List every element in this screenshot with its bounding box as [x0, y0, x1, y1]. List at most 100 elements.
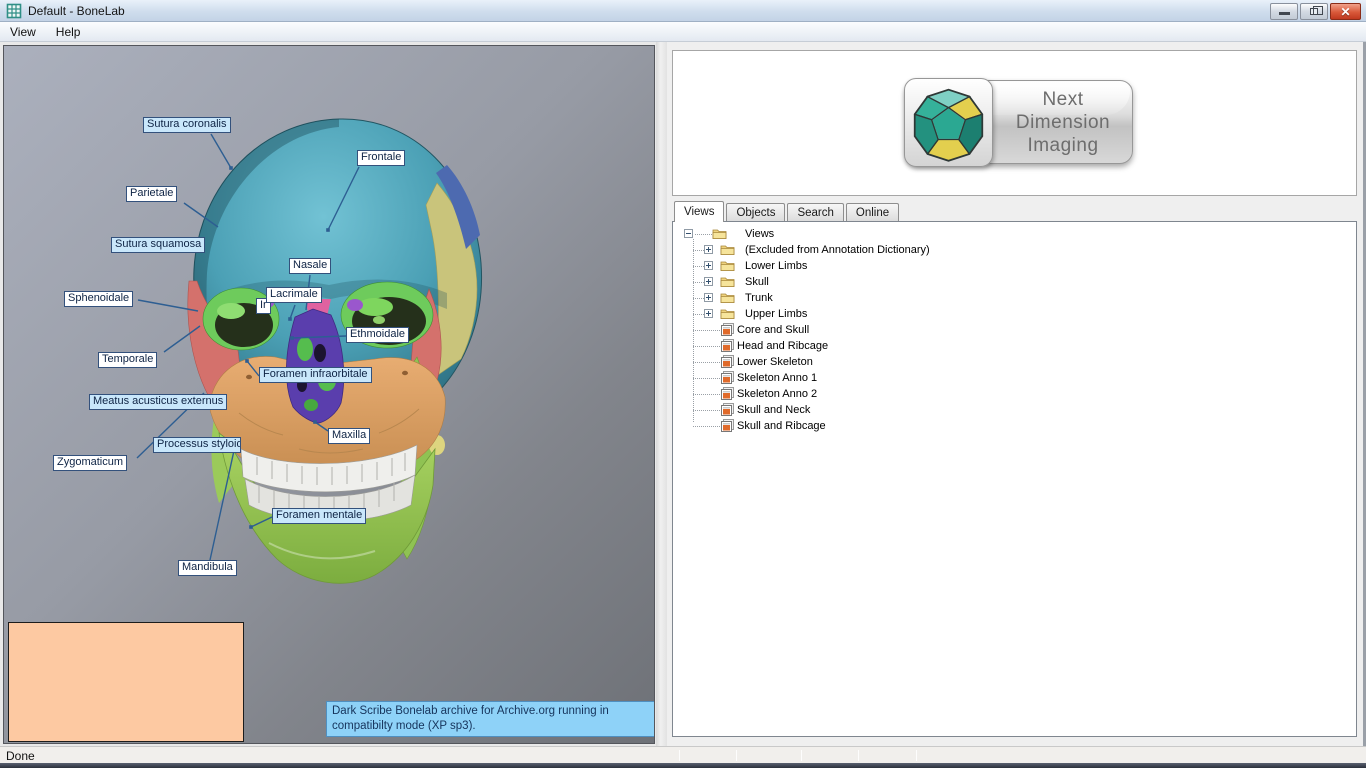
statusbar: Done [0, 746, 1366, 768]
tree-item-label: Skeleton Anno 1 [735, 372, 819, 384]
tree-guide [693, 394, 720, 395]
statusbar-separator [736, 750, 737, 761]
compatibility-tooltip: Dark Scribe Bonelab archive for Archive.… [326, 701, 655, 737]
tree-item[interactable]: Lower Limbs [673, 258, 1356, 274]
tree-item[interactable]: Skull and Neck [673, 402, 1356, 418]
anatomy-label[interactable]: Nasale [289, 258, 331, 274]
tree-item[interactable]: Skull and Ribcage [673, 418, 1356, 434]
color-swatch [8, 622, 244, 742]
tree-item[interactable]: Skull [673, 274, 1356, 290]
tree-item[interactable]: Core and Skull [673, 322, 1356, 338]
status-message: Done [6, 749, 35, 763]
statusbar-separator [916, 750, 917, 761]
menubar: View Help [0, 22, 1366, 42]
tree-item-label: Skull and Ribcage [735, 420, 828, 432]
plus-expander-icon[interactable] [704, 309, 713, 318]
anatomy-label[interactable]: Foramen infraorbitale [259, 367, 372, 383]
anatomy-label[interactable]: Meatus acusticus externus [89, 394, 227, 410]
tree-item[interactable]: Views [673, 226, 1356, 242]
tree-guide [693, 239, 694, 422]
menu-help[interactable]: Help [46, 23, 91, 41]
tab-online[interactable]: Online [846, 203, 899, 221]
anatomy-label[interactable]: Parietale [126, 186, 177, 202]
anatomy-label[interactable]: Processus styloideus [153, 437, 241, 453]
minimize-icon [1279, 12, 1290, 15]
plus-expander-icon[interactable] [704, 293, 713, 302]
tree-guide [693, 314, 704, 315]
tree-guide [693, 410, 720, 411]
tree-item-label: Skull [743, 276, 771, 288]
tab-objects[interactable]: Objects [726, 203, 785, 221]
view-icon [720, 339, 735, 352]
tab-bar: ViewsObjectsSearchOnline [674, 200, 901, 221]
anatomy-label[interactable]: Mandibula [178, 560, 237, 576]
logo-panel: Next Dimension Imaging [672, 50, 1357, 196]
viewport-3d[interactable]: Sutura coronalis Frontale Parietale Sutura … [3, 45, 655, 744]
tree-item-label: Trunk [743, 292, 775, 304]
view-icon [720, 403, 735, 416]
minimize-button[interactable] [1270, 3, 1298, 20]
tree-item[interactable]: Trunk [673, 290, 1356, 306]
folder-icon [712, 227, 727, 240]
anatomy-label[interactable]: Maxilla [328, 428, 370, 444]
tree-guide [695, 234, 712, 235]
anatomy-label[interactable]: Sphenoidale [64, 291, 133, 307]
tree-guide [693, 282, 704, 283]
folder-icon [720, 243, 735, 256]
folder-icon [720, 291, 735, 304]
tree-item-label: Skull and Neck [735, 404, 812, 416]
tree-item[interactable]: Skeleton Anno 1 [673, 370, 1356, 386]
anatomy-label[interactable]: Foramen mentale [272, 508, 366, 524]
anatomy-label[interactable]: Ethmoidale [346, 327, 409, 343]
restore-icon [1310, 8, 1318, 15]
tab-search[interactable]: Search [787, 203, 843, 221]
next-dimension-imaging-logo[interactable]: Next Dimension Imaging [905, 80, 1133, 164]
dodecahedron-icon [904, 78, 993, 167]
folder-icon [720, 307, 735, 320]
view-icon [720, 371, 735, 384]
close-button[interactable]: ✕ [1330, 3, 1361, 20]
anatomy-label[interactable]: Zygomaticum [53, 455, 127, 471]
tree-item[interactable]: Lower Skeleton [673, 354, 1356, 370]
views-tree-panel[interactable]: Views (Excluded from Annotation Dictionar… [672, 221, 1357, 737]
window-title: Default - BoneLab [28, 4, 125, 18]
anatomy-label[interactable]: Sutura squamosa [111, 237, 205, 253]
statusbar-separator [858, 750, 859, 761]
tree-guide [693, 330, 720, 331]
tree-item-label: Head and Ribcage [735, 340, 830, 352]
tree-item-label: (Excluded from Annotation Dictionary) [743, 244, 932, 256]
tree-item[interactable]: Skeleton Anno 2 [673, 386, 1356, 402]
tree-item-label: Lower Skeleton [735, 356, 815, 368]
restore-button[interactable] [1300, 3, 1328, 20]
statusbar-separator [679, 750, 680, 761]
anatomy-label[interactable]: Sutura coronalis [143, 117, 231, 133]
tree-guide [693, 298, 704, 299]
statusbar-separator [801, 750, 802, 761]
tree-guide [693, 250, 704, 251]
close-icon: ✕ [1331, 5, 1360, 19]
anatomy-label[interactable]: Temporale [98, 352, 157, 368]
tree-guide [693, 426, 720, 427]
brand-name: Next Dimension Imaging [998, 88, 1128, 157]
anatomy-label[interactable]: Frontale [357, 150, 405, 166]
plus-expander-icon[interactable] [704, 261, 713, 270]
plus-expander-icon[interactable] [704, 245, 713, 254]
titlebar[interactable]: Default - BoneLab ✕ [0, 0, 1366, 22]
tree-guide [693, 378, 720, 379]
tree-item[interactable]: Head and Ribcage [673, 338, 1356, 354]
skull-3d-model[interactable] [179, 113, 499, 613]
folder-icon [720, 259, 735, 272]
minus-expander-icon[interactable] [684, 229, 693, 238]
plus-expander-icon[interactable] [704, 277, 713, 286]
window-bottom-edge [0, 763, 1366, 768]
tree-item-label: Lower Limbs [743, 260, 809, 272]
anatomy-label[interactable]: Lacrimale [266, 287, 322, 303]
tree-item-label: Views [743, 228, 776, 240]
panel-splitter[interactable] [656, 42, 667, 746]
view-icon [720, 419, 735, 432]
folder-icon [720, 275, 735, 288]
tree-item[interactable]: (Excluded from Annotation Dictionary) [673, 242, 1356, 258]
tab-views[interactable]: Views [674, 201, 724, 222]
tree-item[interactable]: Upper Limbs [673, 306, 1356, 322]
menu-view[interactable]: View [0, 23, 46, 41]
